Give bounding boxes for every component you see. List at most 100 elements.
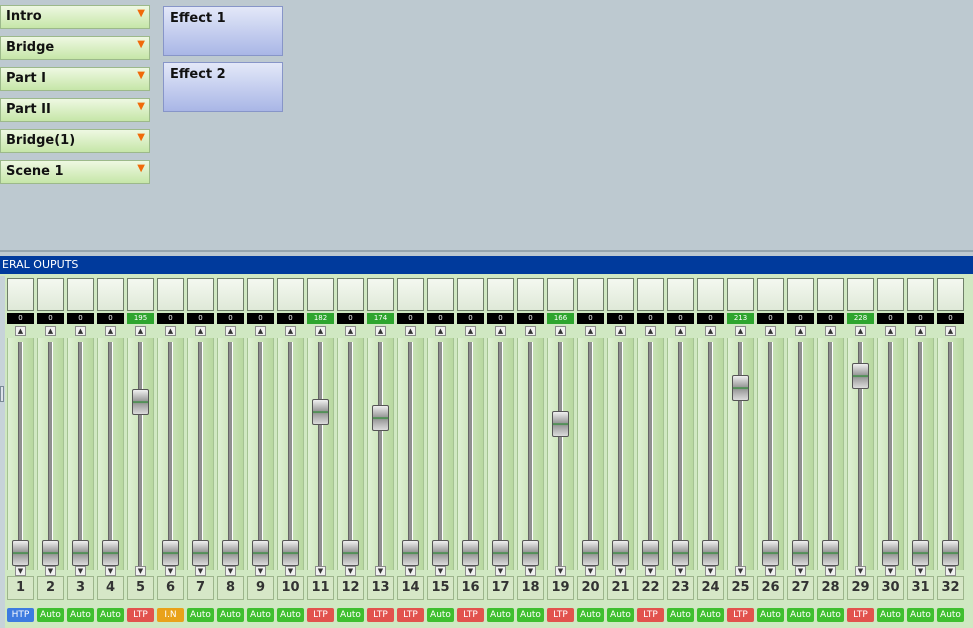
fader-knob[interactable] [612, 540, 629, 566]
step-down-icon[interactable]: ▼ [585, 566, 596, 576]
channel-mode-button[interactable]: Auto [337, 608, 364, 622]
step-down-icon[interactable]: ▼ [645, 566, 656, 576]
channel-slot[interactable] [97, 278, 124, 311]
channel-mode-button[interactable]: Auto [217, 608, 244, 622]
dropdown-arrow-icon[interactable]: ▼ [137, 39, 145, 50]
scene-dropdown[interactable]: Bridge(1) ▼ [0, 129, 150, 153]
fader-track[interactable] [318, 342, 323, 566]
step-up-icon[interactable]: ▲ [195, 326, 206, 336]
channel-mode-button[interactable]: I.N [157, 608, 184, 622]
step-up-icon[interactable]: ▲ [75, 326, 86, 336]
step-up-icon[interactable]: ▲ [435, 326, 446, 336]
step-down-icon[interactable]: ▼ [225, 566, 236, 576]
channel-slot[interactable] [577, 278, 604, 311]
fader-track[interactable] [108, 342, 113, 566]
fader-knob[interactable] [762, 540, 779, 566]
channel-slot[interactable] [847, 278, 874, 311]
fader-knob[interactable] [492, 540, 509, 566]
step-down-icon[interactable]: ▼ [15, 566, 26, 576]
fader-track[interactable] [828, 342, 833, 566]
channel-mode-button[interactable]: Auto [37, 608, 64, 622]
channel-mode-button[interactable]: Auto [697, 608, 724, 622]
fader-knob[interactable] [312, 399, 329, 425]
fader-knob[interactable] [12, 540, 29, 566]
channel-slot[interactable] [907, 278, 934, 311]
channel-slot[interactable] [547, 278, 574, 311]
fader-track[interactable] [678, 342, 683, 566]
channel-mode-button[interactable]: Auto [277, 608, 304, 622]
step-up-icon[interactable]: ▲ [735, 326, 746, 336]
step-up-icon[interactable]: ▲ [585, 326, 596, 336]
fader-track[interactable] [918, 342, 923, 566]
step-up-icon[interactable]: ▲ [165, 326, 176, 336]
step-up-icon[interactable]: ▲ [945, 326, 956, 336]
fader-track[interactable] [228, 342, 233, 566]
channel-mode-button[interactable]: Auto [427, 608, 454, 622]
channel-slot[interactable] [337, 278, 364, 311]
channel-slot[interactable] [487, 278, 514, 311]
fader-track[interactable] [438, 342, 443, 566]
step-up-icon[interactable]: ▲ [375, 326, 386, 336]
step-up-icon[interactable]: ▲ [315, 326, 326, 336]
channel-slot[interactable] [727, 278, 754, 311]
channel-slot[interactable] [427, 278, 454, 311]
left-scroll-strip[interactable] [0, 276, 5, 628]
step-up-icon[interactable]: ▲ [15, 326, 26, 336]
channel-mode-button[interactable]: Auto [787, 608, 814, 622]
channel-slot[interactable] [7, 278, 34, 311]
scene-dropdown[interactable]: Bridge ▼ [0, 36, 150, 60]
fader-track[interactable] [48, 342, 53, 566]
step-up-icon[interactable]: ▲ [555, 326, 566, 336]
dropdown-arrow-icon[interactable]: ▼ [137, 70, 145, 81]
step-down-icon[interactable]: ▼ [855, 566, 866, 576]
channel-mode-button[interactable]: Auto [577, 608, 604, 622]
step-down-icon[interactable]: ▼ [915, 566, 926, 576]
step-down-icon[interactable]: ▼ [435, 566, 446, 576]
fader-knob[interactable] [42, 540, 59, 566]
channel-mode-button[interactable]: LTP [847, 608, 874, 622]
fader-track[interactable] [198, 342, 203, 566]
fader-knob[interactable] [642, 540, 659, 566]
channel-mode-button[interactable]: LTP [547, 608, 574, 622]
channel-slot[interactable] [127, 278, 154, 311]
channel-mode-button[interactable]: Auto [247, 608, 274, 622]
step-up-icon[interactable]: ▲ [915, 326, 926, 336]
fader-knob[interactable] [402, 540, 419, 566]
fader-track[interactable] [588, 342, 593, 566]
step-down-icon[interactable]: ▼ [945, 566, 956, 576]
step-down-icon[interactable]: ▼ [375, 566, 386, 576]
channel-mode-button[interactable]: HTP [7, 608, 34, 622]
effect-button[interactable]: Effect 2 [163, 62, 283, 112]
fader-knob[interactable] [72, 540, 89, 566]
channel-slot[interactable] [277, 278, 304, 311]
fader-knob[interactable] [702, 540, 719, 566]
fader-track[interactable] [78, 342, 83, 566]
step-up-icon[interactable]: ▲ [405, 326, 416, 336]
fader-knob[interactable] [132, 389, 149, 415]
channel-slot[interactable] [157, 278, 184, 311]
channel-slot[interactable] [217, 278, 244, 311]
channel-mode-button[interactable]: Auto [607, 608, 634, 622]
step-down-icon[interactable]: ▼ [615, 566, 626, 576]
step-up-icon[interactable]: ▲ [615, 326, 626, 336]
fader-knob[interactable] [912, 540, 929, 566]
step-up-icon[interactable]: ▲ [255, 326, 266, 336]
step-up-icon[interactable]: ▲ [765, 326, 776, 336]
step-up-icon[interactable]: ▲ [105, 326, 116, 336]
step-up-icon[interactable]: ▲ [135, 326, 146, 336]
effect-button[interactable]: Effect 1 [163, 6, 283, 56]
dropdown-arrow-icon[interactable]: ▼ [137, 163, 145, 174]
channel-mode-button[interactable]: Auto [877, 608, 904, 622]
fader-track[interactable] [528, 342, 533, 566]
channel-slot[interactable] [457, 278, 484, 311]
step-up-icon[interactable]: ▲ [225, 326, 236, 336]
fader-knob[interactable] [522, 540, 539, 566]
channel-mode-button[interactable]: Auto [937, 608, 964, 622]
fader-knob[interactable] [162, 540, 179, 566]
fader-track[interactable] [708, 342, 713, 566]
fader-track[interactable] [468, 342, 473, 566]
scene-dropdown[interactable]: Scene 1 ▼ [0, 160, 150, 184]
step-up-icon[interactable]: ▲ [495, 326, 506, 336]
channel-slot[interactable] [937, 278, 964, 311]
channel-slot[interactable] [637, 278, 664, 311]
